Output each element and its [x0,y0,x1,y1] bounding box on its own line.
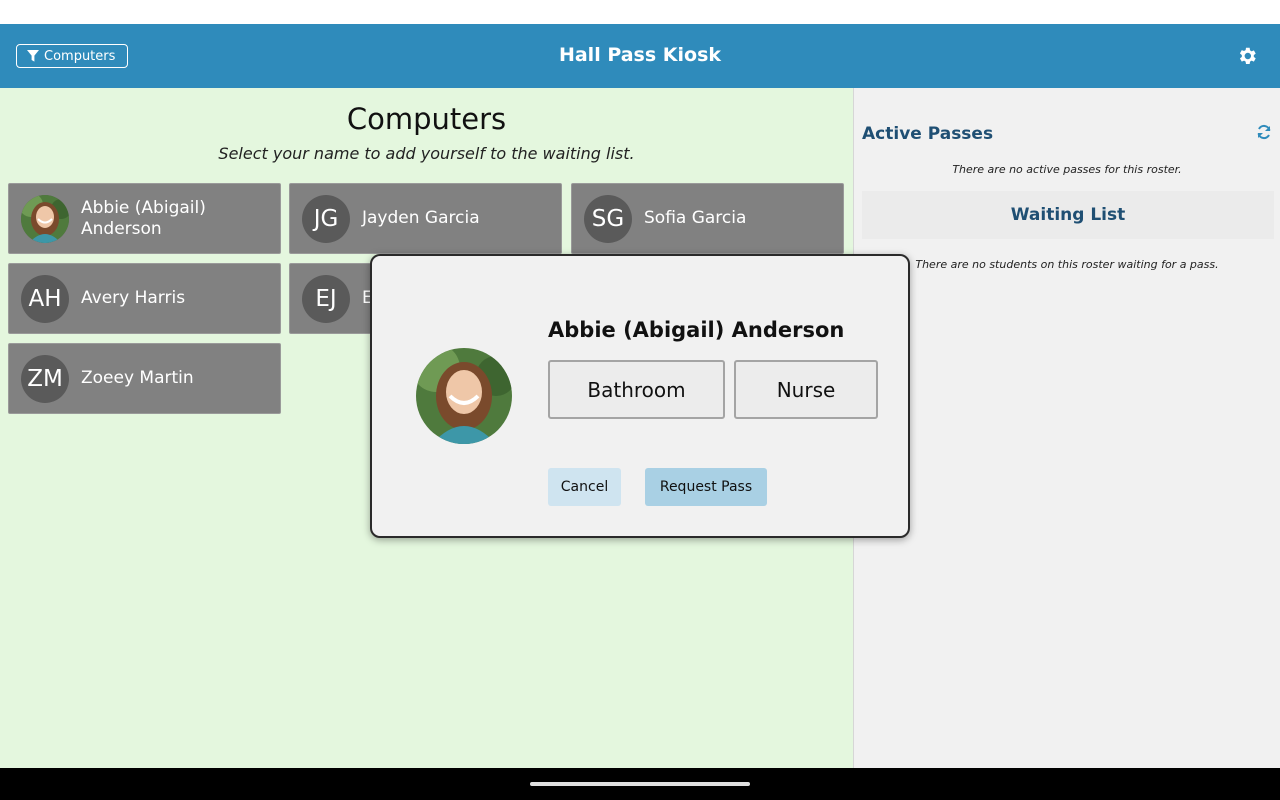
student-photo [21,194,69,243]
passes-sidebar: Active Passes There are no active passes… [853,88,1280,768]
active-passes-title: Active Passes [862,124,994,144]
system-navigation-bar [0,768,1280,800]
status-bar [0,0,1280,24]
student-name: Sofia Garcia [644,208,747,228]
request-pass-button[interactable]: Request Pass [645,468,767,506]
app-title: Hall Pass Kiosk [558,44,722,66]
active-passes-empty-message: There are no active passes for this rost… [952,163,1182,176]
selected-student-photo [416,348,512,444]
selected-student-name: Abbie (Abigail) Anderson [548,318,845,342]
home-gesture-handle[interactable] [530,782,750,786]
student-card-sofia-garcia[interactable]: SG Sofia Garcia [571,183,844,254]
student-initials-avatar: ZM [21,354,69,403]
student-card-zoeey-martin[interactable]: ZM Zoeey Martin [8,343,281,414]
refresh-icon[interactable] [1256,124,1272,140]
student-card-jayden-garcia[interactable]: JG Jayden Garcia [289,183,562,254]
roster-instructions: Select your name to add yourself to the … [218,144,635,163]
gear-icon[interactable] [1236,45,1258,67]
waiting-list-empty-message: There are no students on this roster wai… [915,258,1219,271]
destination-bathroom-button[interactable]: Bathroom [548,360,725,419]
app-header: Computers Hall Pass Kiosk [0,24,1280,88]
destination-nurse-button[interactable]: Nurse [734,360,878,419]
student-card-avery-harris[interactable]: AH Avery Harris [8,263,281,334]
student-initials-avatar: AH [21,274,69,323]
cancel-button[interactable]: Cancel [548,468,621,506]
student-initials-avatar: EJ [302,274,350,323]
student-name: Abbie (Abigail) Anderson [81,197,206,239]
roster-title: Computers [346,102,507,136]
student-initials-avatar: SG [584,194,632,243]
waiting-list-title: Waiting List [1010,205,1126,225]
student-name: Avery Harris [81,288,186,308]
pass-request-dialog: Abbie (Abigail) Anderson Bathroom Nurse … [370,254,910,538]
student-name: Jayden Garcia [362,208,480,228]
student-name: Zoeey Martin [81,368,194,388]
waiting-list-header: Waiting List [862,191,1274,239]
student-initials-avatar: JG [302,194,350,243]
student-card-abbie-anderson[interactable]: Abbie (Abigail) Anderson [8,183,281,254]
